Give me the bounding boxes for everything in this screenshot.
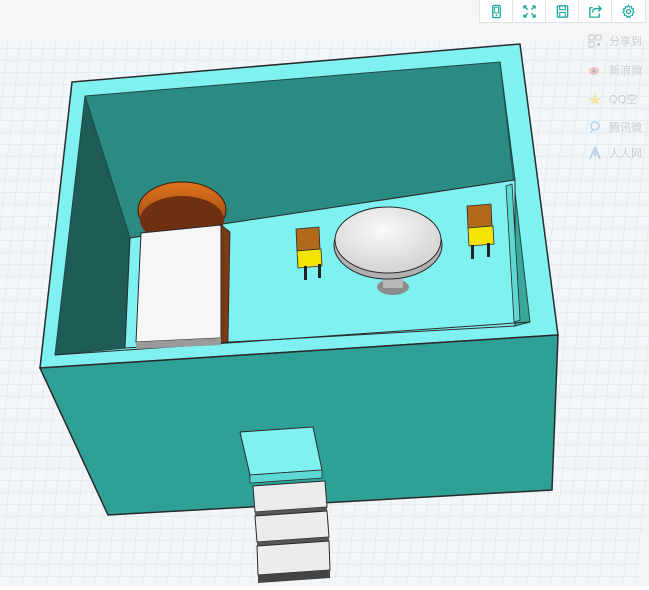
share-item-tencent-weibo[interactable]: 腾讯微	[587, 118, 642, 136]
share-item-label: 人人网	[609, 147, 642, 160]
door-opening	[239, 426, 323, 476]
share-menu-label: 分享到	[609, 35, 642, 48]
share-button[interactable]	[579, 0, 612, 22]
save-button[interactable]	[546, 0, 579, 22]
scene-canvas[interactable]	[0, 0, 649, 590]
qr-code-icon	[587, 33, 603, 49]
weibo-icon	[587, 62, 603, 78]
share-menu: 分享到 新浪微 QQ空 腾讯微 人人网	[581, 28, 649, 168]
share-item-renren[interactable]: 人人网	[587, 144, 642, 162]
gear-icon	[622, 3, 635, 18]
mobile-icon	[491, 4, 501, 18]
share-item-weibo[interactable]: 新浪微	[587, 61, 642, 79]
viewer-toolbar	[479, 0, 646, 23]
share-menu-header[interactable]: 分享到	[587, 32, 642, 50]
tencent-weibo-icon	[587, 119, 603, 135]
share-icon	[588, 4, 602, 18]
save-icon	[556, 4, 568, 18]
stairs	[252, 480, 331, 583]
share-item-qzone[interactable]: QQ空	[587, 90, 637, 108]
mobile-view-button[interactable]	[480, 0, 513, 22]
qzone-icon	[587, 91, 603, 107]
table-top	[334, 206, 442, 274]
renren-icon	[587, 145, 603, 161]
share-item-label: QQ空	[609, 93, 638, 106]
fullscreen-button[interactable]	[513, 0, 546, 22]
fullscreen-icon	[522, 4, 536, 18]
share-item-label: 新浪微	[609, 64, 642, 77]
bed-mattress	[135, 224, 222, 343]
3d-viewport[interactable]	[0, 0, 649, 590]
share-item-label: 腾讯微	[609, 121, 642, 134]
settings-button[interactable]	[612, 0, 645, 22]
bed-model	[135, 181, 231, 349]
